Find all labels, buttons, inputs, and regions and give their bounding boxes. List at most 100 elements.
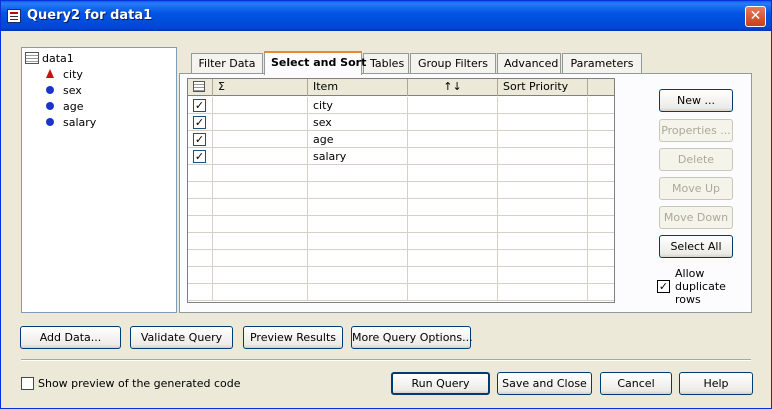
grid-cell-extra[interactable] [588,250,614,267]
grid-cell-item[interactable]: city [308,97,408,114]
grid-cell-priority[interactable] [498,97,588,114]
grid-cell-item[interactable]: sex [308,114,408,131]
tree-item-data1[interactable]: data1 [25,51,74,67]
delete-button[interactable]: Delete [659,148,733,171]
grid-cell-extra[interactable] [588,97,614,114]
grid-cell-priority[interactable] [498,284,588,301]
cancel-button[interactable]: Cancel [600,372,672,395]
grid-cell-priority[interactable] [498,233,588,250]
grid-cell-sort[interactable] [408,182,498,199]
grid-cell-extra[interactable] [588,131,614,148]
grid-cell-sum[interactable] [213,267,308,284]
column-header-sort[interactable]: ↑↓ [408,79,498,96]
grid-cell-priority[interactable] [498,165,588,182]
grid-cell-sort[interactable] [408,114,498,131]
more-query-options-button[interactable]: More Query Options... [351,326,473,349]
grid-cell-extra[interactable] [588,284,614,301]
select-grid[interactable]: Σ Item ↑↓ Sort Priority ✓ city ✓ sex ✓ age ✓ sa… [187,78,615,303]
grid-cell-extra[interactable] [588,148,614,165]
grid-cell-sort[interactable] [408,97,498,114]
grid-cell-sum[interactable] [213,97,308,114]
grid-cell-item[interactable]: age [308,131,408,148]
add-data-button[interactable]: Add Data... [20,326,121,349]
column-header-item[interactable]: Item [308,79,408,96]
grid-cell-sum[interactable] [213,131,308,148]
grid-cell-sum[interactable] [213,165,308,182]
grid-cell-check[interactable] [188,250,213,267]
tab-parameters[interactable]: Parameters [562,53,642,74]
tab-tables[interactable]: Tables [363,53,409,74]
table-row[interactable] [188,233,614,250]
preview-results-button[interactable]: Preview Results [243,326,343,349]
table-row[interactable] [188,267,614,284]
tab-advanced[interactable]: Advanced [497,53,561,74]
grid-cell-check[interactable] [188,284,213,301]
grid-cell-sort[interactable] [408,216,498,233]
title-bar[interactable]: Query2 for data1 ✕ [1,1,771,31]
grid-cell-priority[interactable] [498,216,588,233]
grid-cell-priority[interactable] [498,250,588,267]
grid-cell-priority[interactable] [498,199,588,216]
grid-cell-priority[interactable] [498,131,588,148]
grid-cell-extra[interactable] [588,216,614,233]
grid-cell-item[interactable] [308,182,408,199]
grid-cell-item[interactable] [308,250,408,267]
grid-cell-check[interactable]: ✓ [188,131,213,148]
table-row[interactable]: ✓ age [188,131,614,148]
grid-cell-sort[interactable] [408,250,498,267]
new-button[interactable]: New ... [659,89,733,112]
show-preview-checkbox[interactable] [21,377,34,390]
grid-cell-sort[interactable] [408,165,498,182]
grid-cell-sum[interactable] [213,199,308,216]
grid-cell-priority[interactable] [498,182,588,199]
select-all-button[interactable]: Select All [659,235,733,258]
grid-cell-check[interactable]: ✓ [188,97,213,114]
grid-cell-item[interactable] [308,199,408,216]
grid-cell-extra[interactable] [588,114,614,131]
table-row[interactable]: ✓ sex [188,114,614,131]
row-include-checkbox[interactable]: ✓ [193,150,206,163]
grid-cell-check[interactable] [188,216,213,233]
table-row[interactable] [188,250,614,267]
grid-cell-sum[interactable] [213,233,308,250]
close-button[interactable]: ✕ [745,6,766,27]
table-row[interactable] [188,284,614,301]
row-include-checkbox[interactable]: ✓ [193,133,206,146]
grid-cell-sum[interactable] [213,148,308,165]
tab-select-and-sort[interactable]: Select and Sort [264,51,366,75]
tree-item-age[interactable]: age [46,99,84,115]
table-row[interactable] [188,182,614,199]
grid-cell-check[interactable] [188,233,213,250]
table-row[interactable]: ✓ salary [188,148,614,165]
grid-cell-sort[interactable] [408,267,498,284]
grid-cell-item[interactable] [308,284,408,301]
grid-cell-priority[interactable] [498,114,588,131]
move-up-button[interactable]: Move Up [659,177,733,200]
grid-cell-check[interactable] [188,182,213,199]
table-row[interactable] [188,199,614,216]
grid-cell-check[interactable] [188,199,213,216]
grid-cell-check[interactable]: ✓ [188,114,213,131]
column-header-sort-priority[interactable]: Sort Priority [498,79,588,96]
tab-group-filters[interactable]: Group Filters [410,53,496,74]
grid-cell-sort[interactable] [408,233,498,250]
grid-cell-sum[interactable] [213,250,308,267]
grid-cell-sort[interactable] [408,131,498,148]
grid-cell-item[interactable] [308,165,408,182]
move-down-button[interactable]: Move Down [659,206,733,229]
grid-cell-extra[interactable] [588,233,614,250]
table-row[interactable] [188,165,614,182]
grid-cell-item[interactable]: salary [308,148,408,165]
validate-query-button[interactable]: Validate Query [130,326,233,349]
grid-cell-extra[interactable] [588,199,614,216]
column-header-summary[interactable]: Σ [213,79,308,96]
grid-cell-sum[interactable] [213,114,308,131]
run-query-button[interactable]: Run Query [391,372,490,395]
grid-select-all-icon[interactable] [188,79,213,96]
tab-filter-data[interactable]: Filter Data [191,53,263,74]
allow-duplicate-rows-checkbox[interactable]: ✓ [657,280,670,293]
grid-cell-sort[interactable] [408,148,498,165]
grid-cell-extra[interactable] [588,267,614,284]
grid-cell-priority[interactable] [498,267,588,284]
table-row[interactable]: ✓ city [188,97,614,114]
